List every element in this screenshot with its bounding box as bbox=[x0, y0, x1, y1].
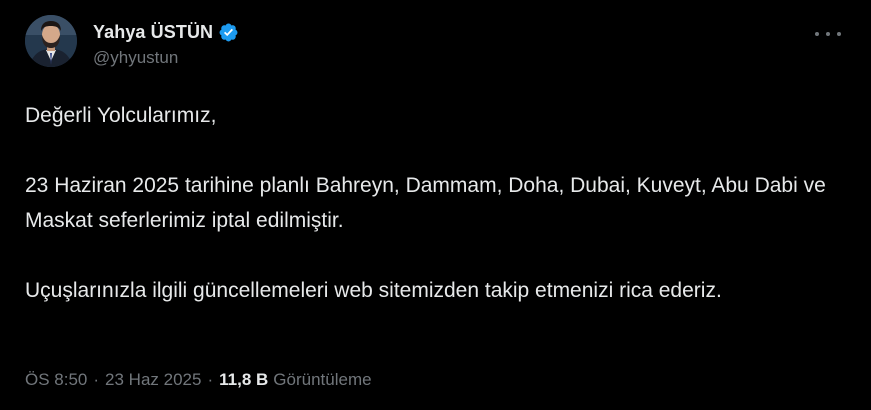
tweet-meta: ÖS 8:50 · 23 Haz 2025 · 11,8 B Görüntüle… bbox=[25, 370, 372, 390]
tweet-date[interactable]: 23 Haz 2025 bbox=[105, 370, 201, 390]
verified-badge-icon[interactable] bbox=[218, 22, 239, 43]
tweet-paragraph: Uçuşlarınızla ilgili güncellemeleri web … bbox=[25, 279, 722, 302]
views-count[interactable]: 11,8 B bbox=[219, 370, 268, 390]
author-name-row: Yahya ÜSTÜN bbox=[93, 20, 239, 44]
more-horizontal-icon[interactable] bbox=[815, 24, 841, 44]
author-handle[interactable]: @yhyustun bbox=[93, 48, 178, 68]
tweet-time[interactable]: ÖS 8:50 bbox=[25, 370, 87, 390]
tweet-card: Yahya ÜSTÜN @yhyustun Değerli Yolcularım… bbox=[0, 0, 871, 410]
meta-separator: · bbox=[93, 370, 100, 389]
tweet-paragraph: 23 Haziran 2025 tarihine planlı Bahreyn,… bbox=[25, 174, 826, 232]
avatar[interactable] bbox=[25, 15, 77, 67]
tweet-text: Değerli Yolcularımız, 23 Haziran 2025 ta… bbox=[25, 98, 855, 308]
meta-separator: · bbox=[207, 370, 214, 389]
author-display-name[interactable]: Yahya ÜSTÜN bbox=[93, 22, 213, 43]
tweet-paragraph: Değerli Yolcularımız, bbox=[25, 104, 217, 127]
views-label[interactable]: Görüntüleme bbox=[273, 370, 371, 390]
